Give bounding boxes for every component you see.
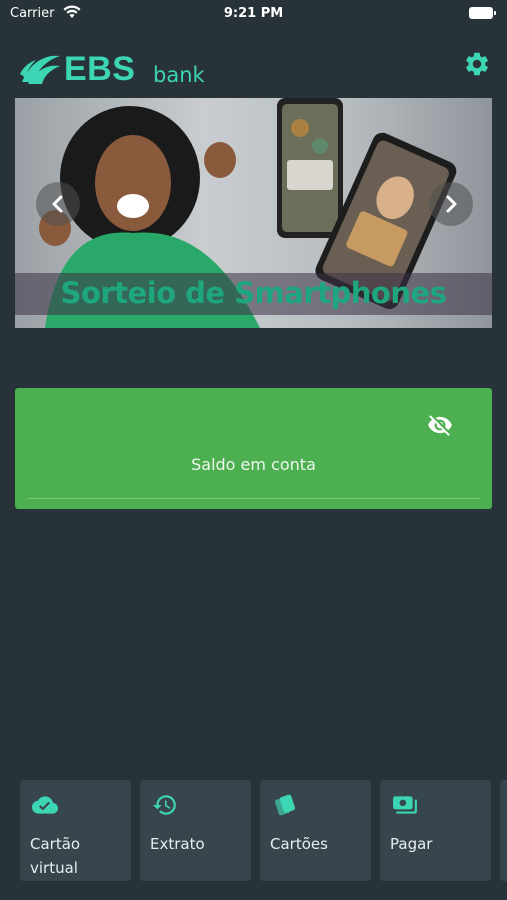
cloud-check-icon [32, 796, 58, 814]
quick-actions: Cartão virtual Extrato Cartões Pagar [20, 780, 507, 882]
logo-suffix: bank [153, 63, 205, 87]
balance-label: Saldo em conta [191, 455, 316, 474]
action-label: Pagar [390, 835, 433, 853]
action-label: Extrato [150, 835, 205, 853]
balance-card: Saldo em conta [15, 388, 492, 509]
logo-mark-icon [20, 55, 60, 84]
payment-icon [393, 796, 417, 814]
action-statement[interactable]: Extrato [140, 780, 251, 881]
balance-visibility-toggle[interactable] [425, 412, 455, 438]
action-pay[interactable]: Pagar [380, 780, 491, 881]
action-label: Cartão virtual [30, 835, 81, 877]
promo-banner[interactable]: Sorteio de Smartphones [15, 98, 492, 328]
carousel-prev-button[interactable] [36, 182, 80, 226]
battery-icon [469, 7, 496, 19]
chevron-left-icon [52, 195, 63, 213]
chevron-right-icon [446, 195, 457, 213]
eye-off-icon [428, 415, 452, 436]
clock: 9:21 PM [223, 6, 284, 21]
action-cards[interactable]: Cartões [260, 780, 371, 881]
action-virtual-card[interactable]: Cartão virtual [20, 780, 131, 881]
status-bar: Carrier 9:21 PM [0, 0, 507, 28]
gear-icon [466, 52, 488, 76]
action-more-partial[interactable] [500, 780, 507, 881]
banner-caption: Sorteio de Smartphones [60, 276, 447, 310]
settings-button[interactable] [463, 50, 491, 78]
balance-divider [27, 498, 480, 499]
carousel-next-button[interactable] [429, 182, 473, 226]
cards-icon [274, 794, 296, 816]
logo-text: EBS [64, 50, 136, 88]
history-icon [153, 795, 176, 815]
action-label: Cartões [270, 835, 328, 853]
